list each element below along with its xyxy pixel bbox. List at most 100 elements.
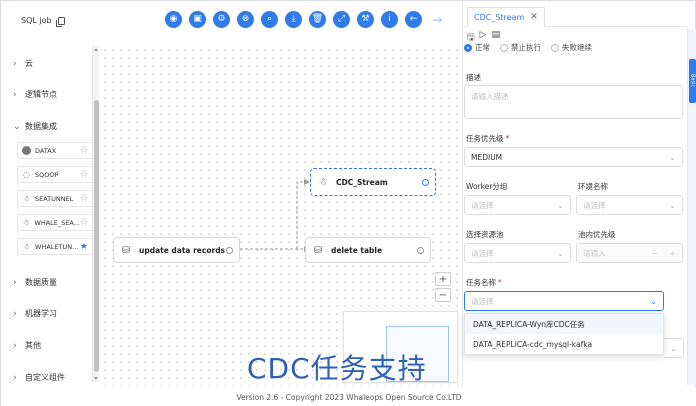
scroll-thumb[interactable] (94, 100, 99, 372)
sql-icon: ⛁ (121, 244, 131, 256)
description-textarea[interactable]: 请输入描述 (464, 85, 683, 119)
tab-label: CDC_Stream (474, 12, 525, 22)
panel-scrollbar[interactable]: Basic (687, 29, 696, 385)
pool-priority-input[interactable]: 请输入 − + (576, 243, 683, 263)
zoom-out-button[interactable]: − (435, 288, 451, 302)
component-seatunnel[interactable]: ☃ SEATUNNEL ☆ (17, 190, 93, 207)
run-icon[interactable]: ◉ (165, 11, 182, 28)
search-icon[interactable]: ⌕ (261, 11, 278, 28)
close-circle-icon[interactable]: ⊗ (237, 11, 254, 28)
copy-icon[interactable] (55, 16, 65, 27)
component-whaletunnel[interactable]: ☃ WHALETUN... ★ (17, 238, 93, 255)
resource-pool-select[interactable]: 请选择 ⌄ (464, 243, 571, 263)
component-whale-seatunnel[interactable]: ☃ WHALE_SEA... ☆ (17, 214, 93, 231)
info-icon[interactable]: i (381, 11, 398, 28)
close-icon[interactable]: ✕ (530, 12, 538, 22)
seatunnel-icon: ☃ (22, 194, 31, 203)
forward-arrow-icon[interactable]: → (429, 11, 446, 28)
add-node-icon[interactable] (417, 246, 424, 254)
tab-cdc-stream[interactable]: CDC_Stream ✕ (467, 7, 545, 27)
format-icon[interactable]: ⚒ (357, 11, 374, 28)
priority-label-text: 任务优先级 (466, 134, 504, 143)
save-icon[interactable]: ▣ (189, 11, 206, 28)
category-data-quality[interactable]: › 数据质量 (13, 277, 57, 288)
category-label: 数据集成 (25, 122, 57, 131)
plus-icon[interactable]: + (670, 249, 676, 258)
star-icon[interactable]: ☆ (80, 194, 88, 204)
dropdown-option[interactable]: DATA_REPLICA-Wyn库CDC任务 (465, 314, 663, 334)
category-other[interactable]: › 其他 (13, 340, 41, 351)
download-icon[interactable]: ⤓ (285, 11, 302, 28)
component-sqoop[interactable]: ◌ SQOOP ☆ (17, 166, 93, 183)
settings-icon[interactable]: ⚙ (213, 11, 230, 28)
component-label: SQOOP (35, 170, 59, 179)
component-datax[interactable]: DATAX ☆ (17, 142, 93, 159)
chevron-down-icon: ⌄ (557, 200, 564, 210)
radio-dot[interactable] (551, 43, 559, 52)
back-arrow-icon[interactable]: ← (405, 11, 422, 28)
priority-select[interactable]: MEDIUM ⌄ (464, 147, 683, 167)
worker-group-select[interactable]: 请选择 ⌄ (464, 195, 571, 215)
radio-normal[interactable]: 正常 (464, 42, 490, 53)
category-label: 云 (25, 59, 33, 68)
chevron-down-icon: ⌄ (13, 121, 21, 132)
pool-priority-label: 池内优先级 (578, 230, 616, 239)
dropdown-option[interactable]: DATA_REPLICA-cdc_mysql-kafka (465, 334, 663, 354)
node-label: CDC_Stream (336, 177, 388, 187)
category-custom[interactable]: › 自定义组件 (13, 372, 65, 383)
stepper-controls: − + (651, 249, 676, 258)
task-name-placeholder: 请选择 (471, 296, 494, 306)
chevron-right-icon: › (13, 340, 17, 351)
chevron-down-icon[interactable]: ⌄ (664, 338, 684, 358)
task-name-select[interactable]: 请选择 ⌄ (464, 291, 664, 311)
task-name-label-text: 任务名称 (466, 278, 496, 287)
minus-icon[interactable]: − (651, 249, 657, 258)
node-delete-table[interactable]: ⛁ delete table (305, 237, 431, 263)
node-cdc-stream[interactable]: ☃ CDC_Stream (310, 168, 436, 196)
pool-priority-placeholder: 请输入 (583, 248, 606, 258)
category-data-integration[interactable]: ⌄ 数据集成 (13, 121, 57, 132)
run-flag-radios: 正常 禁止执行 失败继续 (464, 42, 592, 53)
chevron-right-icon: › (13, 372, 17, 383)
side-tab-basic[interactable]: Basic (689, 59, 696, 103)
star-icon[interactable]: ☆ (80, 170, 88, 180)
component-sidebar: › 云 › 逻辑节点 ⌄ 数据集成 DATAX ☆ ◌ SQOOP ☆ ☃ SEATUNNEL… (7, 46, 93, 386)
priority-value: MEDIUM (471, 152, 503, 162)
radio-dot[interactable] (500, 43, 508, 52)
sql-icon: ⛁ (313, 244, 323, 256)
star-icon[interactable]: ☆ (80, 146, 88, 156)
component-label: WHALETUN... (35, 242, 79, 251)
fullscreen-icon[interactable]: ⤢ (333, 11, 350, 28)
radio-dot[interactable] (464, 43, 472, 52)
chevron-down-icon: ⌄ (650, 296, 657, 306)
radio-continue[interactable]: 失败继续 (551, 42, 592, 53)
sidebar-scrollbar[interactable] (92, 46, 99, 382)
scroll-up-icon[interactable] (94, 48, 98, 51)
component-label: DATAX (35, 146, 57, 155)
zoom-in-button[interactable]: + (435, 272, 451, 286)
task-name-label: 任务名称 * (466, 277, 502, 288)
worker-group-label: Worker分组 (466, 182, 508, 191)
whale-icon: ☃ (22, 218, 30, 227)
star-filled-icon[interactable]: ★ (80, 242, 88, 252)
star-icon[interactable]: ☆ (80, 218, 88, 228)
category-label: 逻辑节点 (25, 90, 57, 99)
task-name-dropdown: DATA_REPLICA-Wyn库CDC任务 DATA_REPLICA-cdc_… (464, 313, 664, 355)
radio-forbidden[interactable]: 禁止执行 (500, 42, 541, 53)
node-label: delete table (331, 245, 383, 255)
caption-overlay: CDC任务支持 (247, 352, 427, 385)
resource-pool-placeholder: 请选择 (471, 248, 494, 258)
scroll-down-icon[interactable] (94, 377, 98, 380)
datax-icon (22, 146, 31, 155)
category-label: 其他 (25, 341, 41, 350)
required-mark: * (498, 278, 502, 287)
delete-icon[interactable]: 🗑 (309, 11, 326, 28)
node-update-data-records[interactable]: ⛁ update data records (113, 237, 240, 263)
category-ml[interactable]: › 机器学习 (13, 308, 57, 319)
env-name-select[interactable]: 请选择 ⌄ (576, 195, 683, 215)
add-node-icon[interactable] (226, 246, 233, 254)
category-cloud[interactable]: › 云 (13, 58, 33, 69)
add-node-icon[interactable] (422, 178, 429, 186)
required-mark: * (505, 134, 510, 143)
category-logic[interactable]: › 逻辑节点 (13, 89, 57, 100)
